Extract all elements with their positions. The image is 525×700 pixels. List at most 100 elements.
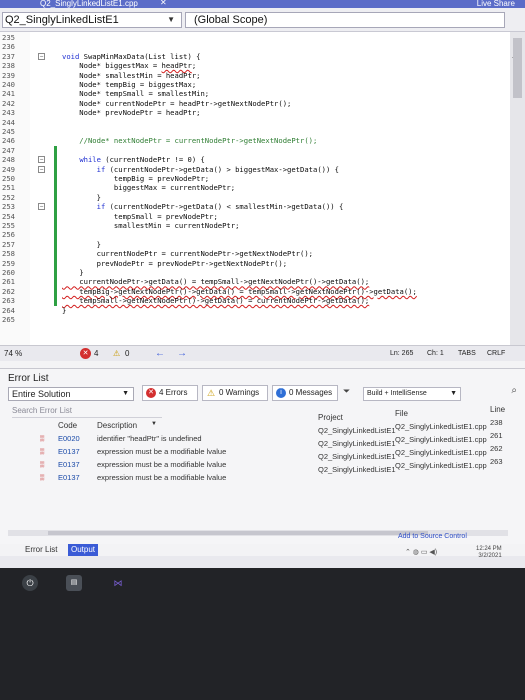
column-header-code[interactable]: Code [58,421,77,430]
code-line[interactable]: Node* biggestMax = headPtr; [62,61,196,70]
code-line[interactable]: Node* tempBig = biggestMax; [62,80,196,89]
editor-status-strip: 74 % ✕ 4 ⚠ 0 ← → Ln: 265 Ch: 1 TABS CRLF [0,345,525,361]
tab-output[interactable]: Output [68,544,99,556]
line-number: 238 [2,61,15,71]
line-number: 240 [2,80,15,89]
scope-dropdown[interactable]: (Global Scope) [185,12,505,28]
line-number: 254 [2,211,15,221]
sort-icon: ▼ [151,421,157,427]
code-line[interactable]: } [62,268,83,277]
code-line[interactable]: if (currentNodePtr->getData() > biggestM… [62,165,339,174]
change-tracking-bar [54,145,57,306]
build-filter-dropdown[interactable]: Build + IntelliSense ▼ [363,387,461,401]
code-line[interactable]: //Node* nextNodePtr = currentNodePtr->ge… [62,136,317,145]
clock-date: 3/2/2021 [478,553,502,559]
tabs-indicator[interactable]: TABS [458,346,476,361]
error-row-icon: ▒ [40,475,45,481]
warnings-filter-button[interactable]: ⚠ 0 Warnings [202,385,268,401]
error-line: 238 [490,418,503,427]
code-line[interactable]: tempSmall->getNextNodePtr()->getData() =… [62,296,369,305]
chevron-down-icon: ▼ [450,390,457,397]
warning-icon: ⚠ [113,349,121,358]
editor-vertical-scrollbar[interactable]: + [510,32,525,352]
code-line[interactable]: while (currentNodePtr != 0) { [62,155,205,164]
error-list-search-input[interactable]: Search Error List [12,405,162,418]
code-line[interactable]: } [62,240,101,249]
code-line[interactable]: Node* currentNodePtr = headPtr->getNextN… [62,99,291,108]
collapse-icon[interactable]: − [38,156,45,164]
column-header-project[interactable]: Project [318,413,343,422]
code-line[interactable]: Node* prevNodePtr = headPtr; [62,108,200,117]
error-row-icon: ▒ [40,462,45,468]
window-title: Q2_SinglyLinkedListE1.cpp [40,0,138,8]
add-to-source-control-button[interactable]: Add to Source Control [398,533,467,540]
code-line[interactable]: tempBig->getNextNodePtr()->getData() = t… [62,287,417,296]
chevron-down-icon: ▼ [167,15,175,24]
search-icon[interactable]: ⌕ [511,385,517,396]
filter-funnel-icon[interactable]: ⏷ [343,386,350,397]
navigate-forward-icon[interactable]: → [177,346,187,361]
error-project: Q2_SinglyLinkedListE1 [318,465,396,474]
project-dropdown[interactable]: Q2_SinglyLinkedListE1 ▼ [2,12,182,28]
system-tray-icons[interactable]: ⌃ ◍ ▭ ◀) [405,548,437,556]
warning-count[interactable]: 0 [125,346,129,361]
windows-taskbar: ⌃ ◍ ▭ ◀) 12:24 PM 3/2/2021 [0,546,525,568]
error-code-link[interactable]: E0020 [58,433,80,444]
error-count[interactable]: 4 [94,346,98,361]
line-number: 237 [2,51,15,61]
line-number: 239 [2,70,15,80]
scrollbar-thumb[interactable] [513,38,522,98]
navigation-bar: Q2_SinglyLinkedListE1 ▼ (Global Scope) [0,8,525,32]
line-number: 244 [2,117,15,127]
code-line[interactable]: } [62,306,66,315]
code-line[interactable]: prevNodePtr = prevNodePtr->getNextNodePt… [62,259,287,268]
code-editor[interactable]: 235 236 237 238 239 240 241 242 243 244 245 246 247 2… [0,32,510,352]
warnings-filter-label: 0 Warnings [219,388,260,397]
errors-filter-button[interactable]: ✕ 4 Errors [142,385,198,401]
error-description[interactable]: identifier "headPtr" is undefined [97,433,202,444]
collapse-icon[interactable]: − [38,203,45,211]
collapse-icon[interactable]: − [38,165,45,173]
code-line[interactable]: tempSmall = prevNodePtr; [62,212,218,221]
taskbar-clock[interactable]: 12:24 PM 3/2/2021 [476,546,502,560]
error-code-link[interactable]: E0137 [58,459,80,470]
code-line[interactable]: smallestMin = currentNodePtr; [62,221,240,230]
code-line[interactable]: currentNodePtr->getData() = tempSmall->g… [62,277,369,286]
code-line[interactable]: tempBig = prevNodePtr; [62,174,209,183]
visual-studio-icon[interactable]: ⋈ [110,575,126,591]
warning-icon: ⚠ [206,388,216,398]
code-line[interactable]: void SwapMinMaxData(List list) { [62,52,200,61]
error-description[interactable]: expression must be a modifiable lvalue [97,459,226,470]
zoom-level[interactable]: 74 % [4,346,22,361]
close-tab-icon[interactable]: ✕ [160,0,167,7]
error-code-link[interactable]: E0137 [58,446,80,457]
error-description[interactable]: expression must be a modifiable lvalue [97,446,226,457]
code-line[interactable]: } [62,193,101,202]
collapse-icon[interactable]: − [38,52,45,60]
error-row-icon: ▒ [40,436,45,442]
error-line: 261 [490,431,503,440]
code-line[interactable]: Node* tempSmall = smallestMin; [62,89,209,98]
code-line[interactable]: biggestMax = currentNodePtr; [62,183,235,192]
column-header-description[interactable]: Description [97,421,137,430]
tab-error-list[interactable]: Error List [22,544,60,556]
live-share-button[interactable]: Live Share [477,0,515,8]
code-line[interactable]: currentNodePtr = currentNodePtr->getNext… [62,249,313,258]
project-dropdown-label: Q2_SinglyLinkedListE1 [5,14,119,26]
line-number: 255 [2,221,15,230]
app-icon[interactable]: ▤ [66,575,82,591]
line-ending-indicator[interactable]: CRLF [487,346,505,361]
error-code-link[interactable]: E0137 [58,472,80,483]
code-line[interactable]: if (currentNodePtr->getData() < smallest… [62,202,344,211]
navigate-back-icon[interactable]: ← [155,346,165,361]
column-header-file[interactable]: File [395,409,408,418]
messages-filter-button[interactable]: i 0 Messages [272,385,338,401]
error-scope-dropdown[interactable]: Entire Solution ▼ [8,387,134,401]
line-number: 257 [2,239,15,249]
line-number: 264 [2,305,15,315]
column-header-line[interactable]: Line [490,405,505,414]
bottom-tab-strip: Error List Output [0,544,525,556]
code-line[interactable]: Node* smallestMin = headPtr; [62,71,200,80]
app-icon[interactable]: ⏻ [22,575,38,591]
error-description[interactable]: expression must be a modifiable lvalue [97,472,226,483]
